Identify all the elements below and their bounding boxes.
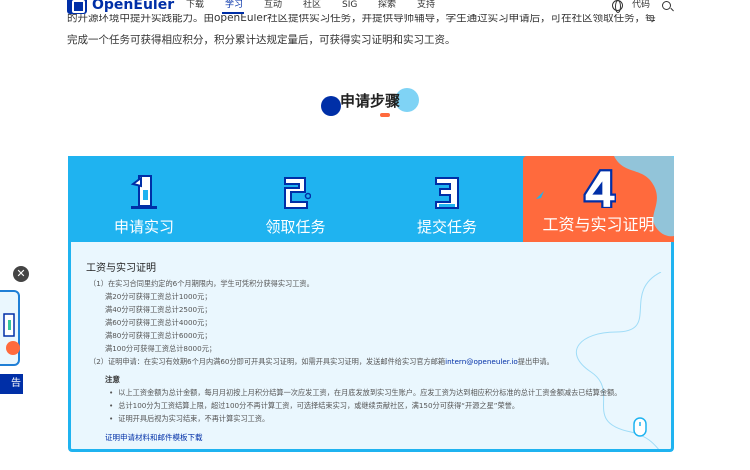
- cursor-arrow-icon: [536, 191, 544, 199]
- heading-decoration: [321, 96, 341, 116]
- salary-tier: 满100分可获得工资总计8000元；: [105, 344, 217, 353]
- nav-item-explore[interactable]: 探索: [378, 0, 396, 11]
- certificate-rule-suffix: 提出申请。: [517, 357, 554, 366]
- step-number-icon: [582, 169, 616, 208]
- step-number-icon: [283, 177, 311, 209]
- nav-item-community[interactable]: 社区: [303, 0, 321, 11]
- note-title: 注意: [105, 375, 120, 384]
- step-submit-task[interactable]: 提交任务: [371, 156, 523, 242]
- promo-illustration-icon: [3, 313, 15, 337]
- intro-paragraph: 的开源环境中提升实践能力。由openEuler社区提供实习任务，并提供导师辅导，…: [67, 12, 675, 51]
- intern-email-link[interactable]: intern@openeuler.io: [445, 357, 518, 366]
- step-label: 提交任务: [416, 218, 477, 236]
- brand-name: OpenEuler: [92, 0, 175, 13]
- promo-dot-icon: [6, 341, 20, 355]
- step-label: 申请实习: [113, 218, 174, 236]
- openeuler-logo-icon: [67, 0, 87, 14]
- nav-item-download[interactable]: 下载: [186, 0, 204, 11]
- salary-tier: 满20分可获得工资总计1000元；: [105, 292, 212, 301]
- step-label: 领取任务: [265, 218, 326, 236]
- note-item: 以上工资金额为总计金额，每月月初按上月积分结算一次应发工资，在月底发放到实习生账…: [109, 388, 621, 398]
- brand-logo[interactable]: OpenEuler: [67, 0, 174, 14]
- steps-bar: 申请实习 领取任务 提交任务 工资与实习证明: [68, 156, 674, 242]
- nav-item-sig[interactable]: SIG: [342, 0, 357, 11]
- step-claim-task[interactable]: 领取任务: [220, 156, 371, 242]
- close-icon[interactable]: ✕: [13, 266, 29, 282]
- note-item: 总计100分为工资结算上限，超过100分不再计算工资，可选择结束实习，或继续贡献…: [109, 401, 519, 411]
- top-nav: OpenEuler 下载 学习 互动 社区 SIG 探索 支持 代码: [0, 0, 750, 14]
- download-materials-link[interactable]: 证明申请材料和邮件模板下载: [105, 432, 203, 443]
- salary-tier: 满60分可获得工资总计4000元；: [105, 318, 212, 327]
- search-icon[interactable]: [662, 1, 671, 10]
- salary-tier: 满80分可获得工资总计6000元；: [105, 331, 212, 340]
- certificate-rule-prefix: （2）证明申请：在实习有效期6个月内满60分即可开具实习证明，如需开具实习证明，…: [89, 357, 446, 366]
- panel-title: 工资与实习证明: [86, 263, 156, 274]
- step-salary-certificate[interactable]: 工资与实习证明: [523, 156, 674, 242]
- section-title: 申请步骤: [340, 92, 401, 110]
- heading-underline: [380, 113, 390, 117]
- step-number-icon: [435, 177, 459, 209]
- step-number-icon: [130, 175, 157, 209]
- certificate-rule-text: （2）证明申请：在实习有效期6个月内满60分即可开具实习证明，如需开具实习证明，…: [89, 357, 554, 367]
- note-item: 证明开具后视为实习结束，不再计算实习工资。: [109, 414, 269, 424]
- globe-icon[interactable]: [612, 0, 623, 13]
- nav-item-learn[interactable]: 学习: [225, 0, 243, 11]
- nav-item-support[interactable]: 支持: [417, 0, 435, 11]
- step-detail-panel: 工资与实习证明 （1）在实习合同里约定的6个月期限内，学生可凭积分获得实习工资。…: [68, 242, 674, 452]
- nav-item-code[interactable]: 代码: [632, 0, 650, 11]
- report-tab[interactable]: 告: [0, 374, 23, 394]
- nav-item-interact[interactable]: 互动: [264, 0, 282, 11]
- salary-rule-text: （1）在实习合同里约定的6个月期限内，学生可凭积分获得实习工资。: [89, 279, 314, 288]
- intro-line-2: 完成一个任务可获得相应积分，积分累计达规定量后，可获得实习证明和实习工资。: [67, 34, 456, 46]
- step-apply[interactable]: 申请实习: [68, 156, 220, 242]
- step-label: 工资与实习证明: [542, 215, 655, 234]
- salary-tier: 满40分可获得工资总计2500元；: [105, 305, 212, 314]
- active-nav-indicator: [222, 12, 244, 14]
